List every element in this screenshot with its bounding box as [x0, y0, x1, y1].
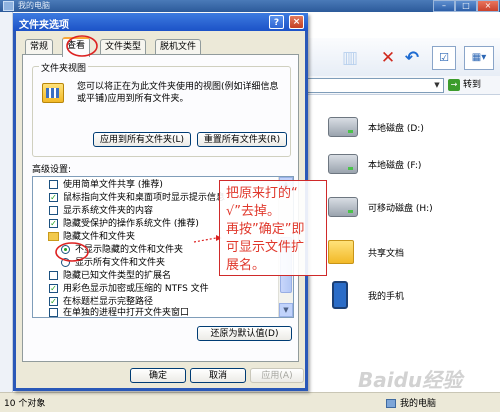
address-bar: ▼ → 转到 [298, 76, 500, 95]
explorer-toolbar: ▥ ✕ ↶ ☑ ▦▾ [298, 38, 500, 77]
setting-label: 用彩色显示加密或压缩的 NTFS 文件 [63, 284, 209, 294]
apply-to-all-folders-button[interactable]: 应用到所有文件夹(L) [93, 132, 191, 147]
setting-label: 在单独的进程中打开文件夹窗口 [63, 308, 190, 318]
help-button[interactable]: ? [269, 15, 284, 29]
drive-item[interactable]: 本地磁盘 (F:) [328, 150, 498, 180]
instruction-callout: 把原来打的“ √”去掉。 再按”确定”即 可显示文件扩 展名。 [219, 180, 327, 276]
explorer-titlebar: 我的电脑 – □ × [0, 0, 500, 12]
checkbox[interactable]: ✓ [49, 297, 58, 306]
go-arrow-icon: → [448, 78, 460, 91]
setting-label: 不显示隐藏的文件和文件夹 [75, 245, 184, 255]
drive-label: 可移动磁盘 (H:) [368, 204, 433, 214]
ok-button[interactable]: 确定 [130, 368, 186, 383]
explorer-left-pane [0, 12, 13, 392]
dialog-title: 文件夹选项 [19, 20, 69, 31]
view-menu-button[interactable]: ▦▾ [464, 46, 494, 70]
tab-file-types[interactable]: 文件类型 [100, 39, 147, 55]
drive-item[interactable]: 本地磁盘 (D:) [328, 113, 498, 143]
checkbox[interactable]: ✓ [49, 284, 58, 293]
go-label: 转到 [463, 80, 482, 90]
checkbox[interactable] [49, 308, 58, 317]
properties-icon[interactable]: ☑ [432, 46, 456, 70]
radio-button[interactable] [61, 245, 70, 254]
checkbox[interactable]: ✓ [49, 193, 58, 202]
radio-button[interactable] [61, 258, 70, 267]
callout-line: 再按”确定”即 [226, 222, 305, 237]
list-item[interactable]: 在单独的进程中打开文件夹窗口 [33, 307, 273, 318]
folders-icon[interactable]: ▥ [338, 46, 362, 70]
setting-label: 鼠标指向文件夹和桌面项时显示提示信息 [63, 193, 226, 203]
checkbox[interactable] [49, 206, 58, 215]
reset-all-folders-button[interactable]: 重置所有文件夹(R) [197, 132, 287, 147]
setting-label: 隐藏文件和文件夹 [63, 232, 136, 242]
checkbox[interactable] [49, 271, 58, 280]
setting-label: 显示系统文件夹的内容 [63, 206, 154, 216]
close-button[interactable]: × [477, 0, 499, 12]
folder-icon [48, 232, 59, 241]
minimize-button[interactable]: – [433, 0, 455, 12]
hard-disk-icon [328, 154, 358, 174]
hard-disk-icon [328, 117, 358, 137]
phone-icon [332, 281, 348, 309]
tab-offline-files[interactable]: 脱机文件 [155, 39, 202, 55]
tab-view[interactable]: 查看 [62, 37, 91, 57]
setting-label: 显示所有文件和文件夹 [75, 258, 166, 268]
drive-item[interactable]: 我的手机 [328, 281, 498, 311]
folder-view-legend: 文件夹视图 [39, 61, 89, 74]
folder-view-description: 您可以将正在为此文件夹使用的视图(例如详细信息或平铺)应用到所有文件夹。 [77, 82, 279, 104]
callout-line: √”去掉。 [226, 204, 281, 219]
drive-label: 我的手机 [368, 292, 405, 302]
folder-icon [328, 240, 354, 264]
chevron-down-icon[interactable]: ▼ [432, 80, 442, 91]
apply-button[interactable]: 应用(A) [250, 368, 304, 383]
status-location-label: 我的电脑 [400, 399, 437, 409]
drive-label: 本地磁盘 (F:) [368, 161, 422, 171]
folder-view-group: 文件夹视图 您可以将正在为此文件夹使用的视图(例如详细信息或平铺)应用到所有文件… [32, 61, 291, 157]
scroll-down-icon[interactable]: ▼ [279, 303, 293, 317]
list-item[interactable]: ✓ 用彩色显示加密或压缩的 NTFS 文件 [33, 283, 273, 295]
checkbox[interactable] [49, 180, 58, 189]
callout-line: 把原来打的“ [226, 186, 298, 201]
watermark: Baidu经验 [358, 368, 463, 392]
callout-line: 展名。 [226, 258, 266, 273]
delete-icon[interactable]: ✕ [376, 46, 400, 70]
address-input[interactable]: ▼ [302, 78, 444, 93]
advanced-settings-label: 高级设置: [32, 165, 72, 175]
explorer-title: 我的电脑 [18, 1, 50, 10]
dialog-titlebar: 文件夹选项 ? × [13, 13, 308, 31]
drive-label: 本地磁盘 (D:) [368, 124, 424, 134]
removable-disk-icon [328, 197, 358, 217]
computer-icon [3, 1, 14, 11]
drive-item[interactable]: 可移动磁盘 (H:) [328, 193, 498, 223]
cancel-button[interactable]: 取消 [190, 368, 246, 383]
dialog-close-button[interactable]: × [289, 15, 304, 29]
drive-item[interactable]: 共享文档 [328, 238, 498, 268]
checkbox[interactable]: ✓ [49, 219, 58, 228]
undo-icon[interactable]: ↶ [400, 46, 424, 70]
explorer-content: 本地磁盘 (D:) 本地磁盘 (F:) 可移动磁盘 (H:) 共享文档 我的手机 [298, 95, 500, 392]
computer-icon [386, 399, 396, 408]
drive-label: 共享文档 [368, 249, 405, 259]
go-button[interactable]: → 转到 [448, 78, 496, 92]
setting-label: 隐藏受保护的操作系统文件 (推荐) [63, 219, 199, 229]
tab-general[interactable]: 常规 [25, 39, 54, 55]
status-object-count: 10 个对象 [4, 399, 46, 409]
maximize-button[interactable]: □ [455, 0, 477, 12]
folder-view-icon [42, 83, 64, 103]
callout-line: 可显示文件扩 [226, 240, 305, 255]
setting-label: 隐藏已知文件类型的扩展名 [63, 271, 172, 281]
status-bar: 10 个对象 我的电脑 [0, 392, 500, 412]
restore-defaults-button[interactable]: 还原为默认值(D) [197, 326, 292, 341]
status-location: 我的电脑 [386, 396, 436, 409]
setting-label: 使用简单文件共享 (推荐) [63, 180, 163, 190]
